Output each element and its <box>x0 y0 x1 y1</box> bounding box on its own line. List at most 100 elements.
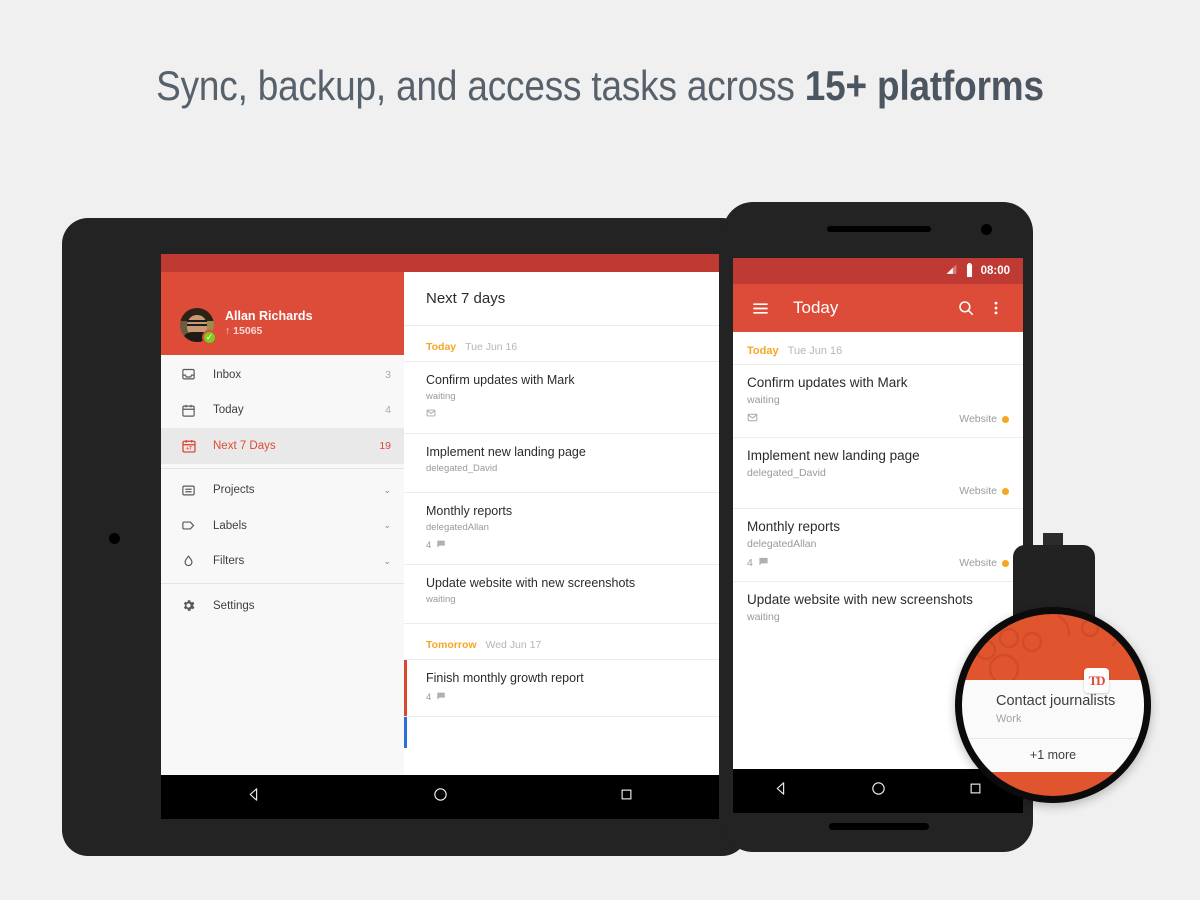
email-icon <box>747 412 758 426</box>
date-group-header-today: Today Tue Jun 16 <box>404 326 719 361</box>
task-title: Implement new landing page <box>747 448 920 463</box>
list-item[interactable]: Monthly reports delegatedAllan 4 Website <box>733 508 1023 581</box>
task-footer: Website <box>747 412 1009 426</box>
home-circle-icon[interactable] <box>870 780 887 802</box>
table-row[interactable]: Update website with new screenshots wait… <box>404 564 719 623</box>
comment-count: 4 <box>426 692 432 703</box>
tablet-status-bar <box>161 254 719 272</box>
signal-bars-icon <box>945 263 958 279</box>
phone-front-camera-icon <box>981 224 992 235</box>
inbox-icon <box>180 366 197 383</box>
tablet-screen: ✓ Allan Richards ↑ 15065 Inbox 3 Today 4… <box>161 254 719 775</box>
recents-square-icon[interactable] <box>619 787 634 807</box>
chevron-down-icon[interactable]: ⌄ <box>383 520 391 531</box>
project-color-dot <box>1002 415 1009 423</box>
date-group-label: Tomorrow <box>426 639 477 651</box>
back-triangle-icon[interactable] <box>773 780 790 802</box>
project-tag[interactable]: Website <box>959 413 1009 425</box>
task-meta: 4 <box>747 556 959 570</box>
comment-count: 4 <box>747 557 753 569</box>
more-items-button[interactable]: +1 more <box>962 738 1144 772</box>
watch-screen: TD Contact journalists Work +1 more <box>962 614 1144 796</box>
sidebar-item-today[interactable]: Today 4 <box>161 393 404 429</box>
sidebar-item-count: 4 <box>385 404 391 417</box>
task-label: delegatedAllan <box>426 522 489 533</box>
date-group-date: Tue Jun 16 <box>465 341 518 353</box>
tablet-task-list-pane: Next 7 days Today Tue Jun 16 Confirm upd… <box>404 272 719 775</box>
watch-notification-card[interactable]: Contact journalists Work +1 more <box>962 680 1144 772</box>
drawer-divider <box>161 583 404 584</box>
table-row[interactable]: Implement new landing page delegated_Dav… <box>404 433 719 492</box>
chevron-down-icon[interactable]: ⌄ <box>383 485 391 496</box>
hamburger-menu-icon[interactable] <box>748 296 772 320</box>
back-triangle-icon[interactable] <box>246 786 263 808</box>
task-title: Monthly reports <box>747 519 841 534</box>
tablet-system-navbar <box>161 775 719 819</box>
sidebar-item-settings[interactable]: Settings <box>161 588 404 624</box>
date-group-label: Today <box>426 341 457 353</box>
calendar-icon <box>180 402 197 419</box>
task-title: Update website with new screenshots <box>747 592 973 607</box>
account-karma: ↑ 15065 <box>225 325 262 337</box>
home-circle-icon[interactable] <box>432 786 449 808</box>
list-item[interactable]: Confirm updates with Mark waiting Websit… <box>733 364 1023 437</box>
task-title: Implement new landing page <box>426 445 586 459</box>
search-icon[interactable] <box>954 296 978 320</box>
priority-indicator <box>404 717 407 748</box>
project-tag[interactable]: Website <box>959 557 1009 569</box>
svg-text:+7: +7 <box>186 446 192 452</box>
page-title: Next 7 days <box>404 272 719 326</box>
task-meta <box>426 408 705 421</box>
app-bar: Today <box>733 284 1023 332</box>
filter-drop-icon <box>180 553 197 570</box>
sidebar-item-next-7-days[interactable]: +7 Next 7 Days 19 <box>161 428 404 464</box>
task-footer: 4 Website <box>747 556 1009 570</box>
list-item[interactable]: Implement new landing page delegated_Dav… <box>733 437 1023 508</box>
task-meta: 4 <box>426 691 705 704</box>
table-row[interactable]: Finish monthly growth report 4 <box>404 659 719 716</box>
task-label: delegated_David <box>747 467 826 479</box>
project-name: Website <box>959 485 997 497</box>
comment-icon <box>758 556 769 570</box>
project-tag[interactable]: Website <box>959 485 1009 497</box>
drawer-divider <box>161 467 404 469</box>
tablet-device: ✓ Allan Richards ↑ 15065 Inbox 3 Today 4… <box>62 218 748 856</box>
project-name: Website <box>959 413 997 425</box>
project-color-dot <box>1002 559 1009 567</box>
chevron-down-icon[interactable]: ⌄ <box>383 556 391 567</box>
email-icon <box>426 408 436 421</box>
task-label: waiting <box>426 594 456 605</box>
table-row[interactable]: Monthly reports delegatedAllan 4 <box>404 492 719 564</box>
date-group-label: Today <box>747 345 779 357</box>
task-label: waiting <box>747 394 780 406</box>
todoist-logo-badge: TD <box>1084 668 1109 693</box>
sidebar-item-label: Labels <box>213 519 247 532</box>
task-title: Confirm updates with Mark <box>426 373 575 387</box>
more-vertical-icon[interactable] <box>984 296 1008 320</box>
account-name: Allan Richards <box>225 309 313 323</box>
watch-case: TD Contact journalists Work +1 more <box>955 607 1151 803</box>
drawer-account-header[interactable]: ✓ Allan Richards ↑ 15065 <box>161 272 404 355</box>
project-name: Work <box>996 713 1022 725</box>
status-bar: 08:00 <box>733 258 1023 284</box>
task-label: delegatedAllan <box>747 538 817 550</box>
comment-icon <box>436 691 446 704</box>
todoist-logo-text: TD <box>1088 672 1106 688</box>
projects-icon <box>180 482 197 499</box>
task-title: Contact journalists <box>996 693 1116 709</box>
table-row[interactable]: Confirm updates with Mark waiting <box>404 361 719 433</box>
karma-check-icon: ✓ <box>202 330 217 345</box>
gear-icon <box>180 597 197 614</box>
sidebar-item-inbox[interactable]: Inbox 3 <box>161 357 404 393</box>
calendar-plus7-icon: +7 <box>180 437 197 454</box>
comment-icon <box>436 539 446 552</box>
sidebar-item-count: 3 <box>385 368 391 381</box>
battery-icon <box>965 262 974 280</box>
sidebar-item-projects[interactable]: Projects ⌄ <box>161 473 404 509</box>
sidebar-item-labels[interactable]: Labels ⌄ <box>161 508 404 544</box>
status-bar-time: 08:00 <box>980 265 1010 277</box>
task-meta: 4 <box>426 539 705 552</box>
table-row-partial[interactable] <box>404 716 719 748</box>
sidebar-item-filters[interactable]: Filters ⌄ <box>161 544 404 580</box>
sidebar-item-label: Inbox <box>213 368 242 381</box>
